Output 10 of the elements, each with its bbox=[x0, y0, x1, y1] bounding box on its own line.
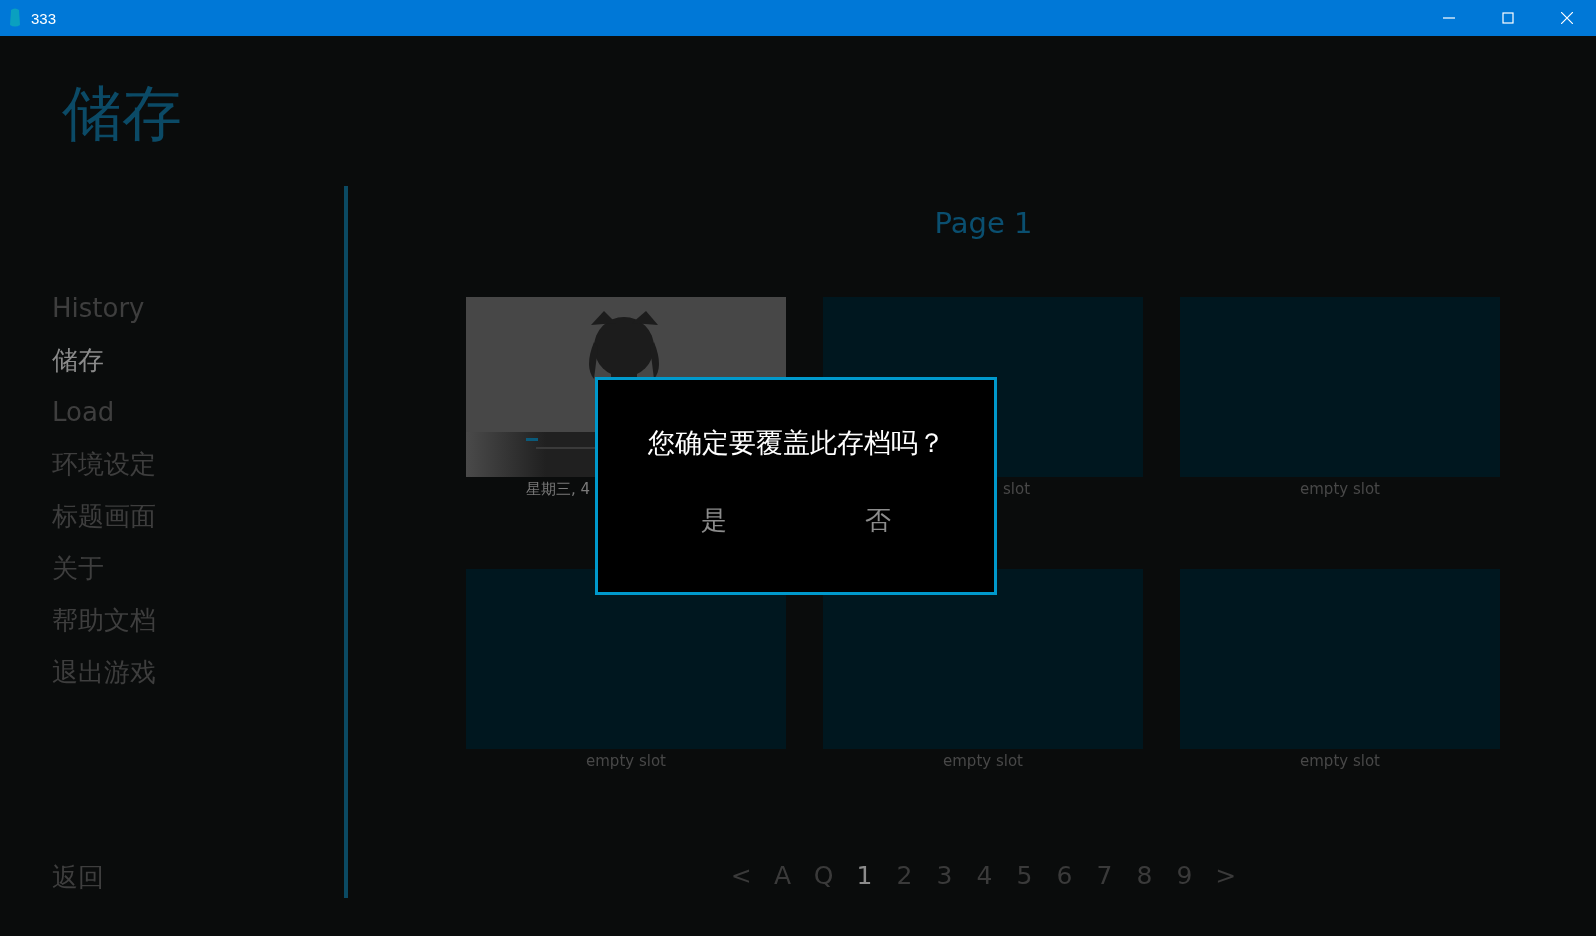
slot-label: 星期三, 4 bbox=[525, 479, 590, 499]
dialog-message: 您确定要覆盖此存档吗？ bbox=[647, 426, 945, 460]
slot-label: empty slot bbox=[1300, 752, 1380, 770]
slot-label: slot bbox=[1003, 480, 1031, 498]
slot-label: empty slot bbox=[943, 752, 1023, 770]
screen-title: 储存 bbox=[62, 78, 182, 148]
window-title: 333 bbox=[31, 9, 57, 27]
slot-label: empty slot bbox=[1300, 480, 1380, 498]
slot-label: empty slot bbox=[586, 752, 666, 770]
page-title: Page 1 bbox=[934, 205, 1033, 242]
